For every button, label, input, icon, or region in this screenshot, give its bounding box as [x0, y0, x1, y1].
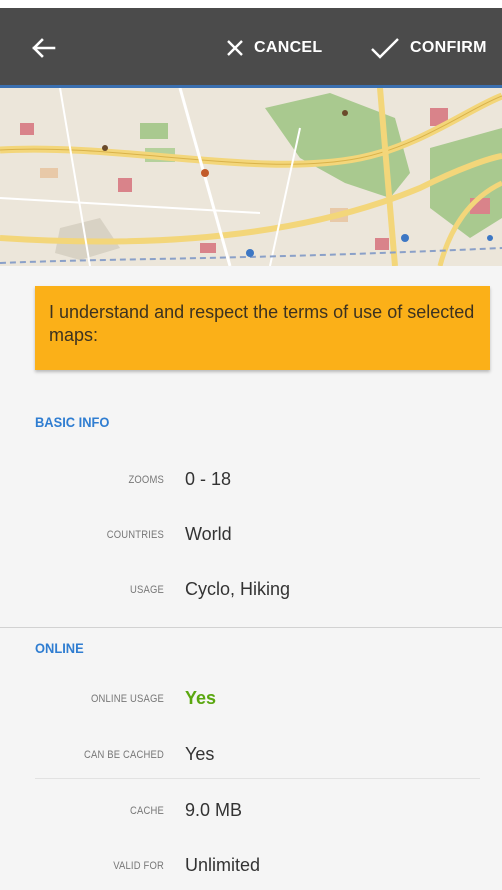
zooms-value: 0 - 18: [185, 469, 232, 489]
check-icon: [371, 38, 399, 59]
map-details-panel: I understand and respect the terms of us…: [0, 266, 502, 890]
countries-label: COUNTRIES: [106, 529, 164, 541]
close-icon: [227, 40, 243, 56]
countries-value: World: [185, 524, 232, 544]
usage-value: Cyclo, Hiking: [185, 579, 291, 599]
cancel-button[interactable]: CANCEL: [226, 8, 322, 88]
back-button[interactable]: [24, 28, 64, 68]
section-title-basic-info: BASIC INFO: [35, 414, 110, 430]
usage-label: USAGE: [130, 584, 164, 596]
status-bar-strip: [0, 0, 502, 8]
cancel-label: CANCEL: [254, 39, 323, 56]
top-toolbar: CANCEL CONFIRM: [0, 8, 502, 88]
terms-of-use-notice[interactable]: I understand and respect the terms of us…: [35, 286, 490, 370]
map-preview-image: [0, 88, 502, 266]
cache-value: 9.0 MB: [185, 800, 243, 820]
online-usage-label: ONLINE USAGE: [90, 693, 164, 705]
zooms-label: ZOOMS: [128, 474, 164, 486]
row-divider: [35, 778, 480, 779]
section-divider: [0, 627, 502, 628]
confirm-button[interactable]: CONFIRM: [370, 8, 487, 88]
online-usage-value: Yes: [185, 688, 217, 708]
valid-for-value: Unlimited: [185, 855, 261, 875]
terms-text: I understand and respect the terms of us…: [49, 302, 475, 345]
confirm-label: CONFIRM: [410, 39, 487, 56]
arrow-left-icon: [32, 38, 56, 58]
can-be-cached-label: CAN BE CACHED: [83, 749, 164, 761]
valid-for-label: VALID FOR: [113, 860, 164, 872]
cache-label: CACHE: [130, 805, 164, 817]
section-title-online: ONLINE: [35, 640, 84, 656]
can-be-cached-value: Yes: [185, 744, 215, 764]
